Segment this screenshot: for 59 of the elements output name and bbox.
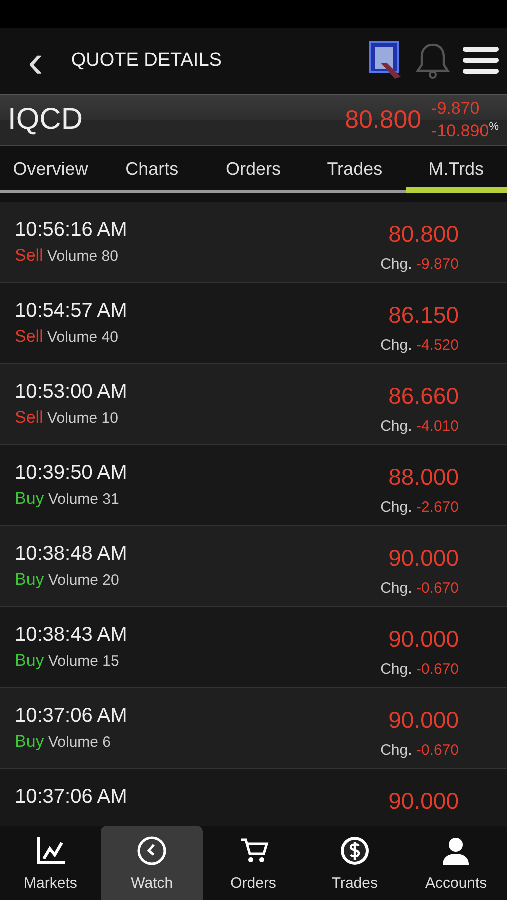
- trade-price: 90.000: [388, 788, 459, 815]
- trade-price: 86.150: [388, 302, 459, 329]
- trade-side: Buy: [15, 489, 44, 508]
- quote-price: 80.800: [345, 106, 422, 134]
- nav-tab[interactable]: Accounts: [406, 826, 507, 900]
- trade-price: 90.000: [388, 707, 459, 734]
- trade-change: Chg. -9.870: [380, 256, 459, 273]
- tab[interactable]: Overview: [0, 146, 102, 193]
- trade-time: 10:37:06 AM: [15, 786, 128, 809]
- quote-percent-change: -10.890$^{%}$: [432, 120, 499, 140]
- trade-time: 10:54:57 AM: [15, 300, 128, 323]
- trade-volume: Volume 10: [48, 410, 118, 427]
- tab[interactable]: Charts: [101, 146, 203, 193]
- quote-change: -9.870: [432, 100, 481, 118]
- trade-change: Chg. -2.670: [380, 499, 459, 516]
- quote-symbol: IQCD: [8, 103, 84, 137]
- trade-side: Sell: [15, 408, 44, 427]
- trade-change: Chg. -0.670: [380, 742, 459, 759]
- trade-price: 90.000: [388, 626, 459, 653]
- back-button[interactable]: ‹: [22, 39, 50, 83]
- trade-price: 80.800: [388, 221, 459, 248]
- line-chart-icon: [34, 834, 67, 866]
- trade-side: Buy: [15, 651, 44, 670]
- tab[interactable]: Orders: [202, 146, 304, 193]
- tab[interactable]: Trades: [304, 146, 406, 193]
- trade-side: Buy: [15, 570, 44, 589]
- nav-tab[interactable]: Markets: [0, 826, 102, 900]
- trade-volume: Volume 15: [48, 653, 120, 670]
- clock-icon: [136, 834, 168, 866]
- trade-price: 88.000: [388, 464, 459, 491]
- bookmark-window-icon[interactable]: [369, 41, 403, 81]
- nav-tab[interactable]: Watch: [101, 826, 203, 900]
- trade-volume: Volume 80: [48, 248, 118, 265]
- trade-change: Chg. -0.670: [380, 661, 459, 678]
- trade-time: 10:53:00 AM: [15, 381, 128, 404]
- menu-icon[interactable]: [463, 46, 499, 76]
- trade-time: 10:56:16 AM: [15, 219, 128, 242]
- trade-side: Sell: [15, 246, 44, 265]
- trade-change: Chg. -4.520: [380, 337, 459, 354]
- page-title: QUOTE DETAILS: [71, 50, 223, 72]
- trade-volume: Volume 31: [48, 491, 120, 508]
- nav-tab[interactable]: Trades: [304, 826, 406, 900]
- trade-time: 10:39:50 AM: [15, 462, 128, 485]
- trade-price: 86.660: [388, 383, 459, 410]
- trade-side: Sell: [15, 327, 44, 346]
- nav-tab[interactable]: Orders: [202, 826, 304, 900]
- trade-time: 10:38:43 AM: [15, 624, 128, 647]
- trade-side: Buy: [15, 732, 44, 751]
- trade-time: 10:38:48 AM: [15, 543, 128, 566]
- trade-volume: Volume 6: [48, 734, 112, 751]
- bell-icon[interactable]: [415, 42, 451, 80]
- dollar-coin-icon: [338, 834, 371, 866]
- tab[interactable]: M.Trds: [406, 146, 507, 193]
- trade-time: 10:37:06 AM: [15, 705, 128, 728]
- trade-change: Chg. -4.010: [380, 418, 459, 435]
- trade-volume: Volume 40: [48, 329, 118, 346]
- trade-volume: Volume 20: [48, 572, 120, 589]
- trade-change: Chg. -0.670: [380, 580, 459, 597]
- trade-price: 90.000: [388, 545, 459, 572]
